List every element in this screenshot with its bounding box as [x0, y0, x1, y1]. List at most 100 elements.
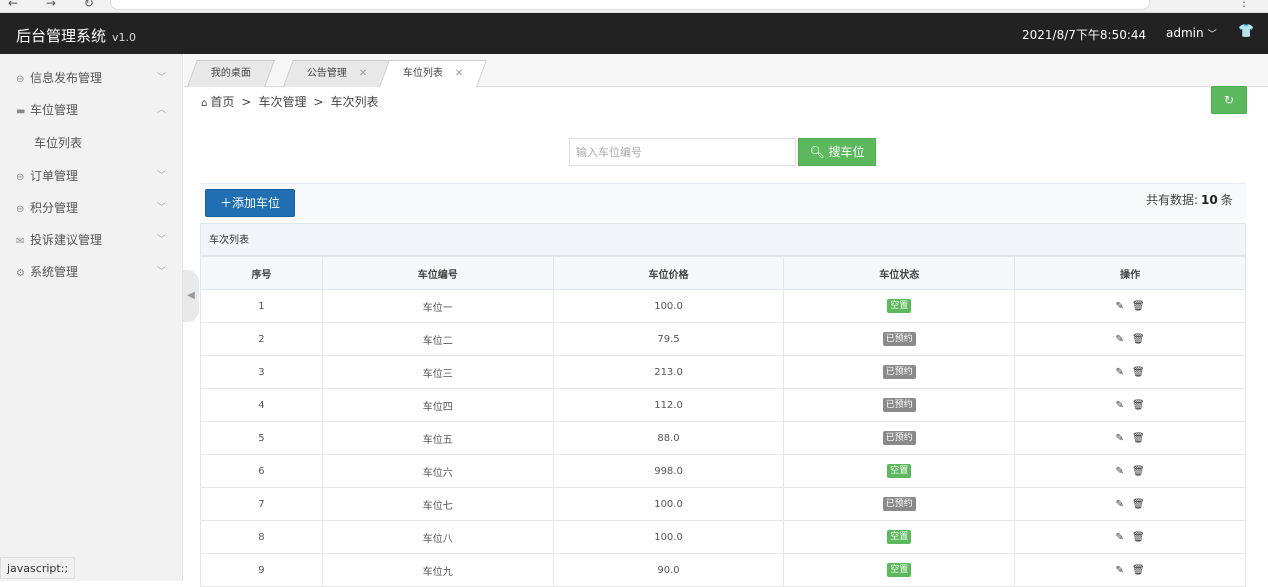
cell-code: 车位九	[321, 553, 554, 587]
chevron-down-icon: ﹀	[156, 203, 166, 213]
home-icon: ⌂	[201, 98, 208, 109]
cell-code: 车位七	[321, 487, 554, 521]
chevron-down-icon: ﹀	[156, 235, 166, 245]
chevron-down-icon: ﹀	[156, 267, 166, 277]
trash-icon[interactable]: 🗑︎	[1132, 334, 1145, 345]
trash-icon[interactable]: 🗑︎	[1132, 499, 1145, 510]
status-badge: 已预约	[882, 332, 916, 346]
sidebar-item-system[interactable]: ⚙ 系统管理 ﹀	[0, 256, 182, 288]
tab-notice[interactable]: 公告管理 ✕	[283, 60, 392, 87]
tab-label: 车位列表	[402, 68, 443, 79]
app-brand[interactable]: 后台管理系统 v1.0	[16, 25, 136, 46]
edit-pencil-icon[interactable]: ✎	[1116, 499, 1124, 510]
cell-status: 已预约	[783, 388, 1016, 422]
trash-icon[interactable]: 🗑︎	[1132, 532, 1145, 543]
status-badge: 空置	[887, 464, 912, 478]
col-header-price: 车位价格	[552, 256, 785, 290]
search-button-label: 搜车位	[828, 145, 865, 159]
sidebar-item-points[interactable]: ⊖ 积分管理 ﹀	[0, 192, 182, 224]
status-badge: 空置	[887, 530, 912, 544]
cell-code: 车位八	[321, 520, 554, 554]
sidebar-item-parking[interactable]: ▬ 车位管理 ︿	[0, 94, 182, 126]
table-row: 8 车位八 100.0 空置 ✎ 🗑︎	[200, 520, 1246, 554]
cell-no: 6	[200, 454, 323, 488]
cell-code: 车位六	[321, 454, 554, 488]
minus-circle-icon: ⊖	[16, 74, 25, 85]
trash-icon[interactable]: 🗑︎	[1132, 367, 1145, 378]
sidebar-item-orders[interactable]: ⊖ 订单管理 ﹀	[0, 160, 182, 192]
cell-code: 车位二	[321, 322, 554, 356]
status-badge: 已预约	[882, 431, 916, 445]
minus-circle-icon: ⊖	[16, 204, 25, 215]
table-row: 6 车位六 998.0 空置 ✎ 🗑︎	[200, 454, 1246, 488]
cell-status: 已预约	[783, 355, 1016, 389]
plus-icon: ＋	[219, 196, 232, 210]
add-button-label: 添加车位	[232, 196, 281, 210]
trash-icon[interactable]: 🗑︎	[1132, 466, 1145, 477]
close-icon[interactable]: ✕	[455, 68, 463, 79]
col-header-code: 车位编号	[321, 256, 554, 290]
tab-label: 公告管理	[306, 68, 347, 79]
sidebar-item-label: 积分管理	[30, 201, 79, 215]
close-icon[interactable]: ✕	[359, 68, 367, 79]
cell-status: 已预约	[783, 487, 1016, 521]
edit-pencil-icon[interactable]: ✎	[1116, 565, 1124, 576]
cell-actions: ✎ 🗑︎	[1014, 454, 1246, 488]
edit-pencil-icon[interactable]: ✎	[1116, 367, 1124, 378]
sidebar: ⊖ 信息发布管理 ﹀ ▬ 车位管理 ︿ 车位列表 ⊖ 订单管理 ﹀ ⊖ 积分管理 ﹀ ✉…	[0, 54, 183, 581]
cell-price: 79.5	[552, 322, 785, 356]
header-datetime: 2021/8/7下午8:50:44	[1022, 28, 1147, 42]
cell-status: 空置	[783, 454, 1016, 488]
edit-pencil-icon[interactable]: ✎	[1116, 532, 1124, 543]
lock-icon: ⊖	[16, 172, 25, 183]
cell-no: 1	[200, 289, 323, 323]
refresh-button[interactable]: ↻	[1211, 86, 1247, 114]
breadcrumb-home[interactable]: 首页	[210, 95, 234, 109]
user-menu[interactable]: admin ﹀	[1166, 26, 1217, 40]
cell-price: 100.0	[552, 520, 785, 554]
cell-status: 已预约	[783, 322, 1016, 356]
breadcrumb-trip-manage[interactable]: 车次管理	[258, 95, 306, 109]
col-header-no: 序号	[200, 256, 323, 290]
edit-pencil-icon[interactable]: ✎	[1116, 400, 1124, 411]
cell-actions: ✎ 🗑︎	[1014, 388, 1246, 422]
truck-icon: ▬	[16, 106, 26, 117]
cell-no: 2	[200, 322, 323, 356]
cell-no: 7	[200, 487, 323, 521]
sidebar-item-label: 信息发布管理	[30, 71, 103, 85]
edit-pencil-icon[interactable]: ✎	[1116, 301, 1124, 312]
browser-extension-icons[interactable]: ⋮	[1238, 0, 1260, 9]
trash-icon[interactable]: 🗑︎	[1132, 301, 1145, 312]
cell-no: 3	[200, 355, 323, 389]
total-prefix: 共有数据:	[1146, 193, 1199, 207]
tab-parking-list[interactable]: 车位列表 ✕	[379, 60, 488, 87]
trash-icon[interactable]: 🗑︎	[1132, 400, 1145, 411]
sidebar-item-info-publish[interactable]: ⊖ 信息发布管理 ﹀	[0, 62, 182, 94]
sidebar-collapse-handle[interactable]: ◀	[183, 270, 199, 322]
parking-table: 序号 车位编号 车位价格 车位状态 操作 1 车位一 100.0 空置 ✎ 🗑︎ 2 车位二 7…	[200, 256, 1246, 587]
theme-shirt-icon[interactable]: 👕	[1238, 24, 1254, 39]
tab-desktop[interactable]: 我的桌面	[187, 60, 275, 87]
add-parking-button[interactable]: ＋添加车位	[205, 189, 295, 217]
table-row: 5 车位五 88.0 已预约 ✎ 🗑︎	[200, 421, 1246, 455]
cell-price: 88.0	[552, 421, 785, 455]
browser-nav-icons[interactable]: ← → ↻	[8, 0, 106, 10]
tab-label: 我的桌面	[210, 68, 251, 79]
cell-actions: ✎ 🗑︎	[1014, 487, 1246, 521]
search-icon: 🔍︎	[809, 145, 825, 159]
sidebar-item-complaints[interactable]: ✉ 投诉建议管理 ﹀	[0, 224, 182, 256]
trash-icon[interactable]: 🗑︎	[1132, 433, 1145, 444]
cell-actions: ✎ 🗑︎	[1014, 355, 1246, 389]
sidebar-subitem-parking-list[interactable]: 车位列表	[0, 126, 182, 160]
search-input[interactable]	[569, 138, 796, 166]
edit-pencil-icon[interactable]: ✎	[1116, 433, 1124, 444]
cell-actions: ✎ 🗑︎	[1014, 421, 1246, 455]
edit-pencil-icon[interactable]: ✎	[1116, 334, 1124, 345]
trash-icon[interactable]: 🗑︎	[1132, 565, 1145, 576]
browser-address-bar[interactable]	[110, 0, 1150, 10]
cell-status: 空置	[783, 553, 1016, 587]
status-badge: 已预约	[882, 365, 916, 379]
edit-pencil-icon[interactable]: ✎	[1116, 466, 1124, 477]
search-button[interactable]: 🔍︎ 搜车位	[798, 138, 876, 166]
cell-no: 5	[200, 421, 323, 455]
